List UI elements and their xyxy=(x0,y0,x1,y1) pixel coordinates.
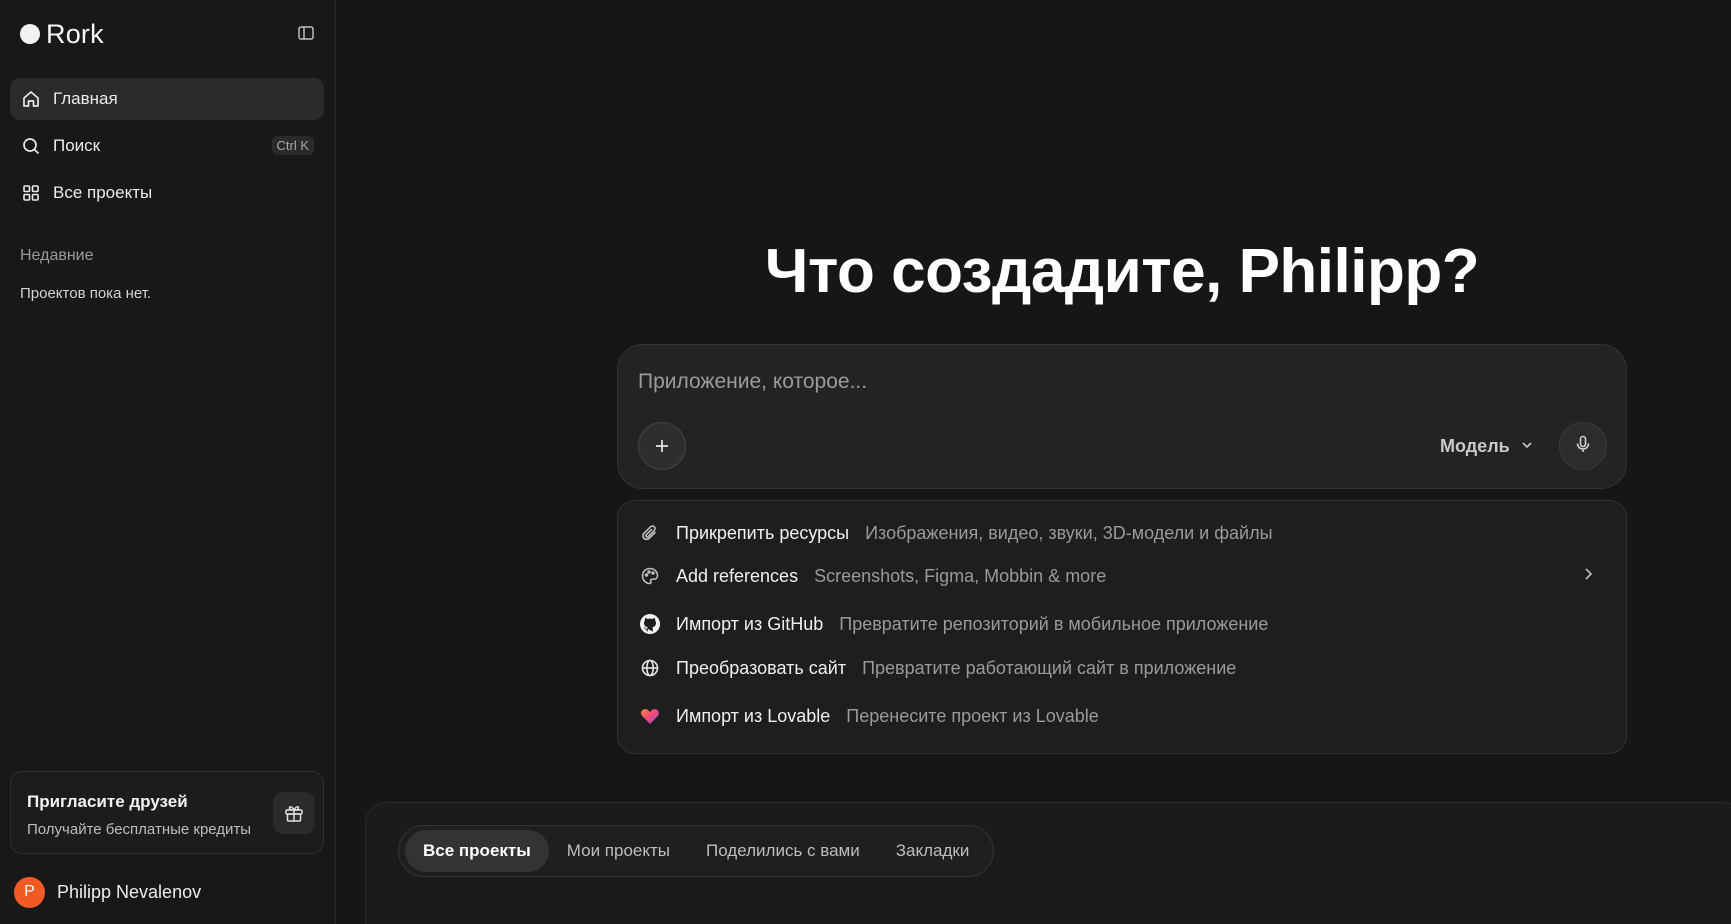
github-icon xyxy=(638,612,662,636)
invite-title: Пригласите друзей xyxy=(27,792,188,811)
paperclip-icon xyxy=(638,521,662,545)
sidebar-item-label: Главная xyxy=(53,89,118,108)
invite-friends-card[interactable]: Пригласите друзей Получайте бесплатные к… xyxy=(10,771,324,854)
option-attach-resources[interactable]: Прикрепить ресурсы Изображения, видео, з… xyxy=(634,513,1610,553)
sidebar-item-search[interactable]: Поиск Ctrl K xyxy=(10,125,324,167)
sidebar-toggle-icon[interactable] xyxy=(296,23,316,43)
brand-dot-icon xyxy=(20,24,40,44)
option-import-lovable[interactable]: Импорт из Lovable Перенесите проект из L… xyxy=(634,696,1610,736)
prompt-input[interactable] xyxy=(638,367,1538,397)
recent-section-title: Недавние xyxy=(20,247,94,264)
shortcut-badge: Ctrl K xyxy=(271,136,314,155)
invite-subtitle: Получайте бесплатные кредиты xyxy=(27,821,252,838)
tab-shared-with-you[interactable]: Поделились с вами xyxy=(688,830,878,872)
tab-my-projects[interactable]: Мои проекты xyxy=(549,830,688,872)
option-add-references[interactable]: Add references Screenshots, Figma, Mobbi… xyxy=(634,556,1610,596)
project-tabs: Все проекты Мои проекты Поделились с вам… xyxy=(398,825,995,877)
option-title: Прикрепить ресурсы xyxy=(676,522,850,543)
option-title: Преобразовать сайт xyxy=(676,657,847,678)
quick-actions-panel: Прикрепить ресурсы Изображения, видео, з… xyxy=(617,500,1627,754)
option-title: Импорт из Lovable xyxy=(676,705,831,726)
tab-bookmarks[interactable]: Закладки xyxy=(878,830,988,872)
sidebar-item-label: Поиск xyxy=(53,136,101,155)
option-description: Превратите работающий сайт в приложение xyxy=(862,657,1237,678)
add-attachment-button[interactable] xyxy=(638,422,686,470)
chevron-down-icon xyxy=(1520,436,1534,457)
option-title: Add references xyxy=(676,565,799,586)
prompt-box: Модель xyxy=(617,344,1627,489)
model-select[interactable]: Модель xyxy=(1440,430,1534,462)
gift-icon[interactable] xyxy=(273,792,315,834)
sidebar: Rork Главная Поиск Ctrl K Все проекты Не… xyxy=(0,0,336,924)
option-import-github[interactable]: Импорт из GitHub Превратите репозиторий … xyxy=(634,604,1610,644)
option-description: Изображения, видео, звуки, 3D-модели и ф… xyxy=(865,522,1273,543)
microphone-button[interactable] xyxy=(1559,422,1607,470)
model-select-label: Модель xyxy=(1440,435,1510,456)
user-name: Philipp Nevalenov xyxy=(57,881,202,902)
option-description: Перенесите проект из Lovable xyxy=(846,705,1099,726)
user-profile[interactable]: P Philipp Nevalenov xyxy=(14,876,201,908)
globe-icon xyxy=(638,656,662,680)
tab-all-projects[interactable]: Все проекты xyxy=(405,830,549,872)
sidebar-item-home[interactable]: Главная xyxy=(10,78,324,120)
page-title: Что создадите, Philipp? xyxy=(764,237,1480,306)
recent-empty-note: Проектов пока нет. xyxy=(20,285,152,302)
grid-icon xyxy=(20,182,42,204)
avatar: P xyxy=(14,876,45,908)
option-convert-site[interactable]: Преобразовать сайт Превратите работающий… xyxy=(634,648,1610,688)
search-icon xyxy=(20,135,42,157)
brand-name: Rork xyxy=(46,18,104,49)
option-description: Screenshots, Figma, Mobbin & more xyxy=(814,565,1107,586)
projects-panel: Все проекты Мои проекты Поделились с вам… xyxy=(365,802,1731,924)
palette-icon xyxy=(638,564,662,588)
brand-logo[interactable]: Rork xyxy=(20,18,104,50)
microphone-icon xyxy=(1573,434,1593,459)
app-root: Rork Главная Поиск Ctrl K Все проекты Не… xyxy=(0,0,1731,924)
option-description: Превратите репозиторий в мобильное прило… xyxy=(839,613,1269,634)
option-title: Импорт из GitHub xyxy=(676,613,824,634)
sidebar-item-all-projects[interactable]: Все проекты xyxy=(10,172,324,214)
home-icon xyxy=(20,88,42,110)
sidebar-item-label: Все проекты xyxy=(53,183,153,202)
chevron-right-icon xyxy=(1580,566,1596,587)
lovable-heart-icon xyxy=(638,704,662,728)
